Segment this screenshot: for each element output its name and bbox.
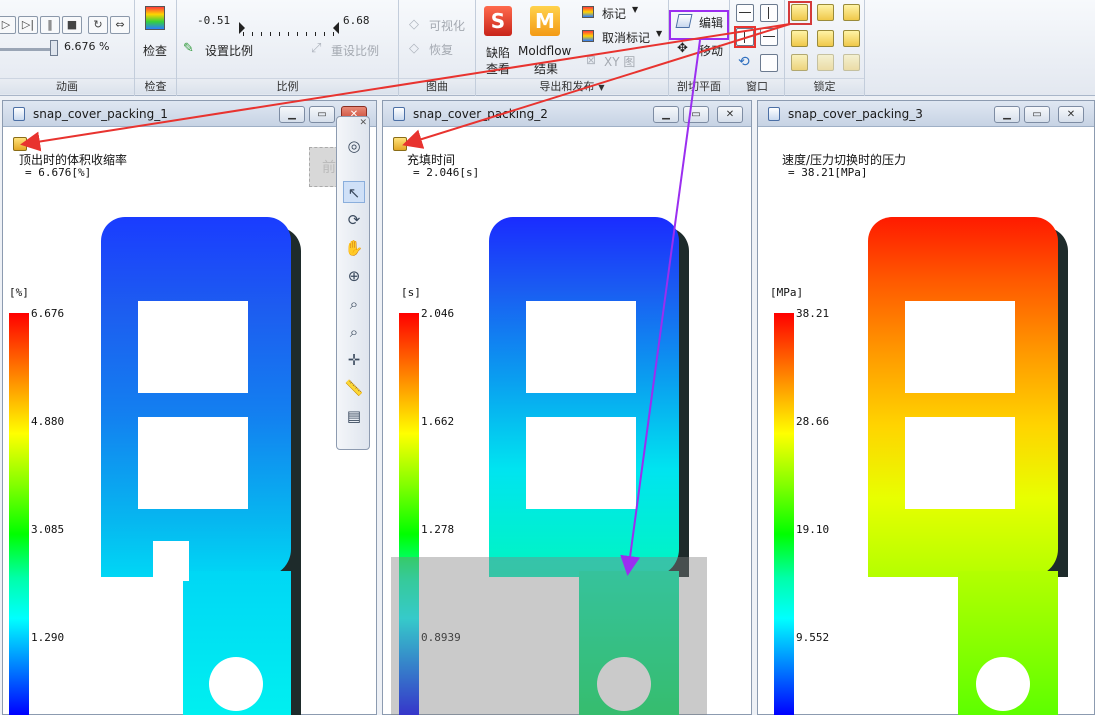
- annotation-arrows: [20, 23, 791, 576]
- purple-arrow-to-cut-plane: [620, 39, 701, 576]
- moldflow-window: ▷ ▷| ‖ ■ ↻ ⇔ 6.676 % 动画 检查 检查 -0.51 6.68: [0, 0, 1095, 715]
- red-arrow-to-viewport-2: [402, 23, 791, 149]
- red-arrow-to-viewport-1: [20, 23, 791, 152]
